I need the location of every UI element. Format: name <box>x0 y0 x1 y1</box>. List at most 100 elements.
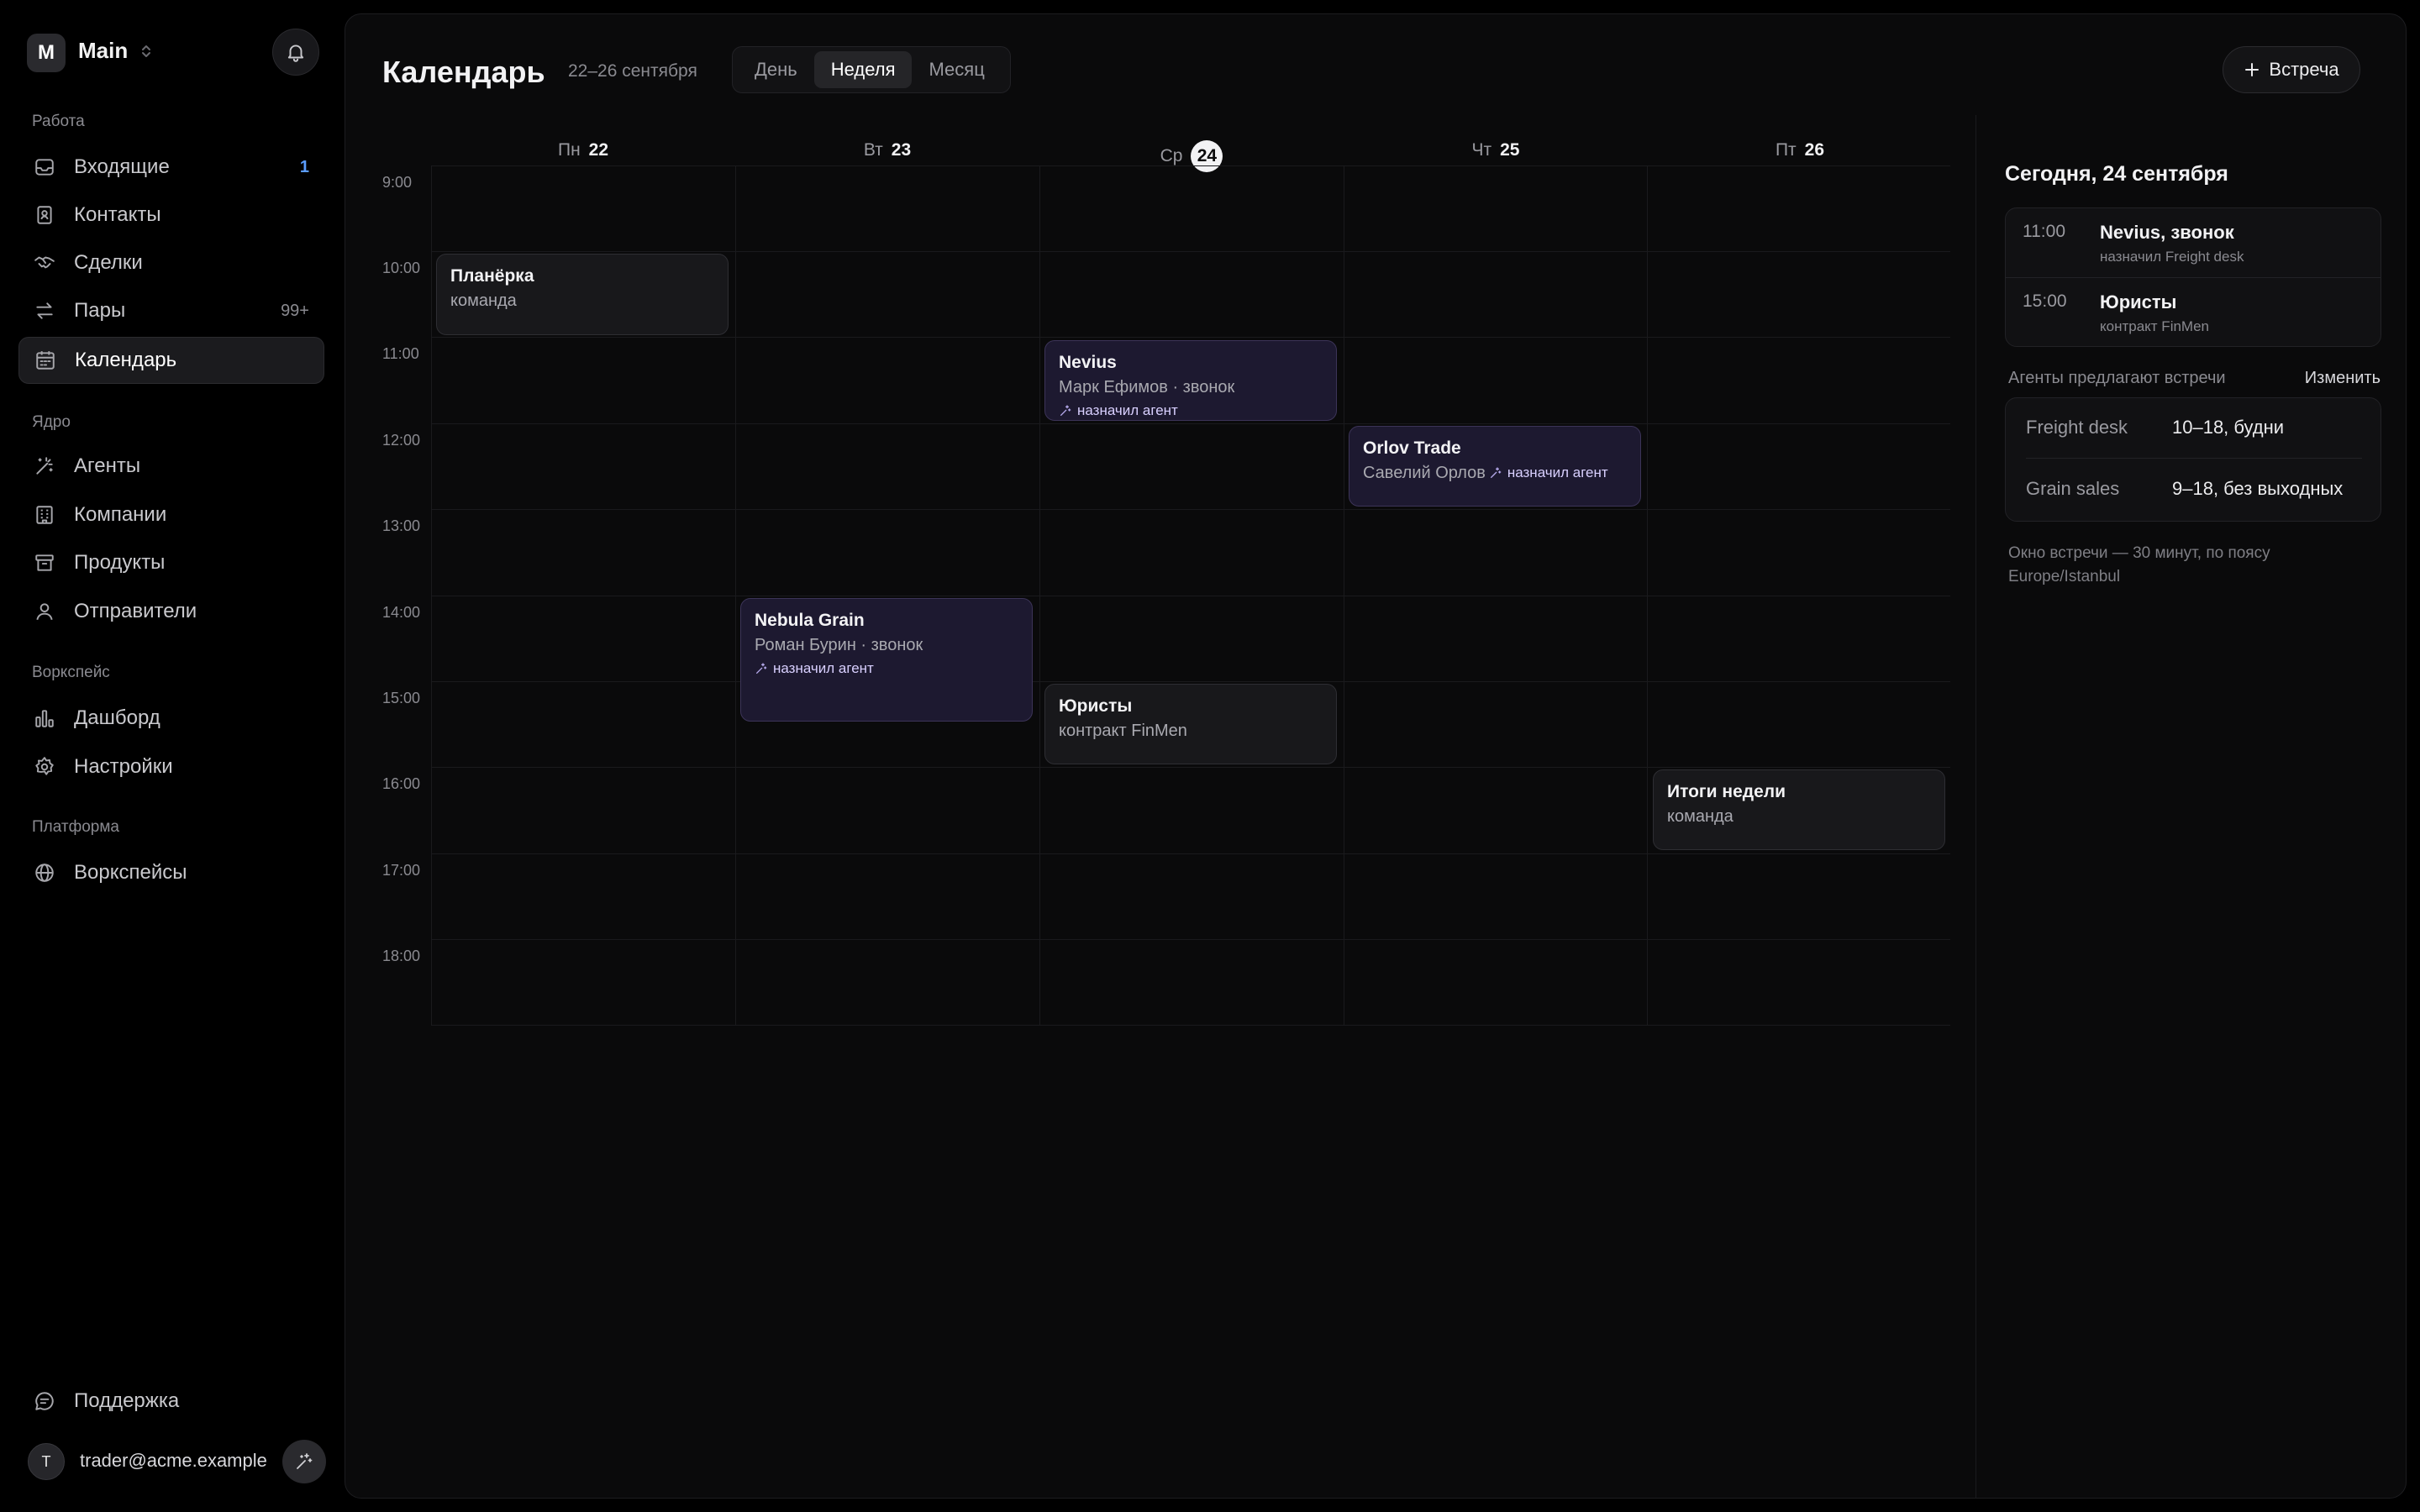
day-date: 26 <box>1804 140 1825 160</box>
day-date: 22 <box>588 140 609 160</box>
time-label: 12:00 <box>382 432 421 449</box>
workspace-avatar[interactable]: M <box>27 34 66 72</box>
day-weekday: Ср <box>1160 146 1183 165</box>
today-event-time: 11:00 <box>2023 222 2065 241</box>
section-label-workspace: Воркспейс <box>32 664 110 681</box>
event-card[interactable]: Итоги недели команда <box>1653 769 1945 851</box>
sidebar-item-dashboard[interactable]: Дашборд <box>18 695 324 742</box>
day-column-line <box>1647 165 1648 1026</box>
globe-icon <box>34 862 55 884</box>
notifications-button[interactable] <box>272 29 319 76</box>
sidebar-item-label: Продукты <box>74 551 166 574</box>
event-card[interactable]: Планёрка команда <box>436 254 729 335</box>
day-weekday: Пн <box>557 140 581 160</box>
agent-tag: назначил агент <box>755 660 1018 677</box>
sidebar-item-workspaces[interactable]: Воркспейсы <box>18 849 324 896</box>
hour-line <box>431 337 1950 338</box>
agents-edit-link[interactable]: Изменить <box>2305 369 2381 388</box>
today-event-row[interactable]: 15:00 Юристы контракт FinMen <box>2006 277 2381 346</box>
sidebar-item-label: Воркспейсы <box>74 861 187 884</box>
ai-assistant-button[interactable] <box>282 1440 326 1483</box>
agent-wand-icon <box>34 455 55 477</box>
sparkle-wand-icon <box>294 1452 314 1472</box>
sidebar-item-products[interactable]: Продукты <box>18 539 324 586</box>
contacts-icon <box>34 204 55 226</box>
view-switch: День Неделя Месяц <box>732 46 1011 93</box>
event-meta-row: Савелий Орлов назначил агент <box>1363 464 1627 483</box>
hour-line <box>431 251 1950 252</box>
event-title: Nebula Grain <box>755 610 865 630</box>
day-column-line <box>431 165 432 1026</box>
calendar-grid[interactable]: Планёрка команда Nebula Grain Роман Бури… <box>431 165 1950 1026</box>
sidebar-item-agents[interactable]: Агенты <box>18 443 324 490</box>
event-subtitle: Савелий Орлов <box>1363 463 1486 482</box>
time-label: 13:00 <box>382 517 421 534</box>
sidebar-item-pairs[interactable]: Пары 99+ <box>18 287 324 334</box>
event-card[interactable]: Nebula Grain Роман Бурин · звонок назнач… <box>740 597 1033 722</box>
sidebar-item-settings[interactable]: Настройки <box>18 743 324 790</box>
hour-line <box>431 681 1950 682</box>
time-label: 18:00 <box>382 948 421 964</box>
sidebar-item-inbox[interactable]: Входящие 1 <box>18 144 324 191</box>
workspace-name[interactable]: Main <box>78 38 128 64</box>
event-title: Итоги недели <box>1667 782 1786 802</box>
hour-line <box>431 767 1950 768</box>
today-events-card: 11:00 Nevius, звонок назначил Freight de… <box>2005 207 2381 347</box>
event-card[interactable]: Nevius Марк Ефимов · звонок назначил аге… <box>1044 339 1337 421</box>
sidebar-item-senders[interactable]: Отправители <box>18 588 324 635</box>
sidebar-item-label: Контакты <box>74 203 161 226</box>
bell-icon <box>285 41 307 63</box>
handshake-icon <box>34 252 55 274</box>
event-title: Nevius <box>1059 352 1117 372</box>
time-label: 16:00 <box>382 775 421 792</box>
day-header-thu[interactable]: Чт 25 <box>1344 140 1648 160</box>
sidebar: M Main Работа Входящие 1 Контакты Сделки… <box>0 0 343 1512</box>
count-badge: 99+ <box>281 301 309 320</box>
event-subtitle: контракт FinMen <box>1059 721 1187 740</box>
main-panel: Календарь 22–26 сентября День Неделя Мес… <box>345 13 2407 1499</box>
event-card[interactable]: Orlov Trade Савелий Орлов назначил агент <box>1349 425 1641 507</box>
sidebar-item-support[interactable]: Поддержка <box>18 1378 324 1425</box>
view-month-button[interactable]: Месяц <box>912 51 1001 88</box>
sidebar-item-label: Поддержка <box>74 1389 180 1412</box>
today-event-sub: контракт FinMen <box>2100 318 2209 334</box>
agent-row[interactable]: Grain sales 9–18, без выходных <box>2026 459 2362 520</box>
chevron-updown-icon[interactable] <box>140 44 152 59</box>
calendar-view: Календарь 22–26 сентября День Неделя Мес… <box>345 14 1984 1498</box>
today-title: Сегодня, 24 сентября <box>2005 162 2228 186</box>
agent-name: Grain sales <box>2026 478 2120 499</box>
event-subtitle: Роман Бурин · звонок <box>755 635 923 654</box>
agent-row[interactable]: Freight desk 10–18, будни <box>2026 398 2362 459</box>
inbox-icon <box>34 156 55 178</box>
agent-name: Freight desk <box>2026 417 2128 438</box>
day-header-tue[interactable]: Вт 23 <box>735 140 1039 160</box>
view-week-button[interactable]: Неделя <box>813 51 913 88</box>
agent-tag-label: назначил агент <box>1077 402 1178 418</box>
day-header-fri[interactable]: Пт 26 <box>1648 140 1952 160</box>
unread-badge: 1 <box>299 157 309 176</box>
day-weekday: Чт <box>1471 140 1492 160</box>
page-title: Календарь <box>382 55 545 89</box>
agent-sparkle-icon <box>755 662 773 675</box>
sidebar-item-contacts[interactable]: Контакты <box>18 192 324 239</box>
day-header-mon[interactable]: Пн 22 <box>431 140 735 160</box>
sidebar-item-calendar[interactable]: Календарь <box>18 337 324 384</box>
hour-line <box>431 509 1950 510</box>
section-label-core: Ядро <box>32 413 71 431</box>
add-meeting-button[interactable]: Встреча <box>2223 46 2360 93</box>
agents-card: Freight desk 10–18, будни Grain sales 9–… <box>2005 397 2381 522</box>
day-column-line <box>1039 165 1040 1026</box>
sidebar-item-label: Календарь <box>75 349 177 371</box>
sidebar-item-label: Агенты <box>74 454 141 477</box>
sidebar-item-companies[interactable]: Компании <box>18 491 324 538</box>
section-label-work: Работа <box>32 113 85 130</box>
view-day-button[interactable]: День <box>738 51 814 88</box>
arrows-swap-icon <box>34 300 55 322</box>
event-card[interactable]: Юристы контракт FinMen <box>1044 683 1337 765</box>
today-event-sub: назначил Freight desk <box>2100 249 2244 265</box>
today-event-row[interactable]: 11:00 Nevius, звонок назначил Freight de… <box>2006 208 2381 277</box>
user-email[interactable]: trader@acme.example <box>80 1450 267 1472</box>
agent-sparkle-icon <box>1059 404 1077 417</box>
user-avatar[interactable]: T <box>28 1443 65 1480</box>
sidebar-item-deals[interactable]: Сделки <box>18 239 324 286</box>
